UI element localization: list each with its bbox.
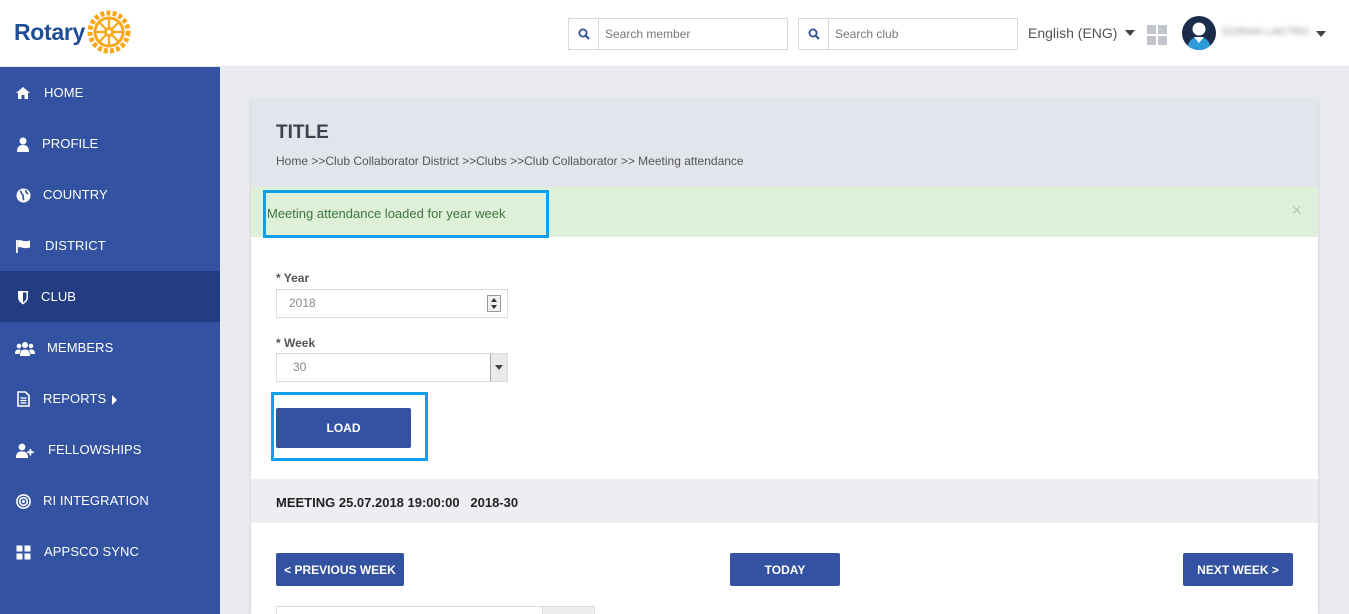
chevron-down-icon[interactable]: [490, 354, 507, 381]
rotary-wheel-icon: [87, 10, 131, 54]
search-icon[interactable]: [569, 19, 599, 49]
users-icon: [15, 339, 35, 357]
chevron-down-icon[interactable]: [1316, 31, 1326, 37]
year-input[interactable]: 2018: [276, 289, 508, 318]
today-button[interactable]: TODAY: [730, 553, 840, 586]
sidebar-item-profile[interactable]: PROFILE: [0, 118, 220, 169]
user-name[interactable]: GORAN LAKTRO: [1222, 26, 1309, 38]
sidebar-item-label: DISTRICT: [45, 238, 106, 253]
week-value: 30: [293, 360, 307, 374]
sidebar-item-appsco-sync[interactable]: APPSCO SYNC: [0, 526, 220, 577]
breadcrumb[interactable]: Home >>Club Collaborator District >>Club…: [276, 154, 744, 168]
sidebar-item-club[interactable]: CLUB: [0, 271, 220, 322]
language-label: English (ENG): [1028, 25, 1118, 41]
sidebar-item-label: CLUB: [41, 289, 77, 304]
search-club-input[interactable]: [829, 20, 1009, 48]
search-icon[interactable]: [799, 19, 829, 49]
sidebar-item-fellowships[interactable]: FELLOWSHIPS: [0, 424, 220, 475]
flag-icon: [14, 237, 32, 255]
main-panel: TITLE Home >>Club Collaborator District …: [251, 99, 1318, 614]
highlight-box-load: [271, 392, 428, 461]
sidebar-item-ri-integration[interactable]: RI INTEGRATION: [0, 475, 220, 526]
globe-icon: [14, 186, 32, 204]
sidebar-item-label: MEMBERS: [47, 340, 114, 355]
highlight-box-alert: [263, 190, 549, 238]
input-addon[interactable]: [542, 607, 594, 614]
week-label: * Week: [276, 336, 316, 350]
number-spinner[interactable]: [487, 295, 501, 312]
document-icon: [14, 390, 32, 408]
sidebar-item-members[interactable]: MEMBERS: [0, 322, 220, 373]
grid-icon: [14, 543, 32, 561]
bottom-input-field[interactable]: [276, 606, 595, 614]
user-icon: [14, 135, 32, 153]
search-club-box: [798, 18, 1018, 50]
close-icon[interactable]: ×: [1291, 200, 1302, 221]
sidebar-item-label-wrap: REPORTS: [43, 391, 118, 406]
week-select[interactable]: 30: [276, 353, 508, 382]
panel-header: TITLE Home >>Club Collaborator District …: [251, 99, 1318, 187]
meeting-info-bar: MEETING 25.07.2018 19:00:00 2018-30: [251, 479, 1318, 523]
rotary-logo[interactable]: Rotary: [14, 10, 131, 54]
language-selector[interactable]: English (ENG): [1028, 25, 1136, 41]
sidebar-item-reports[interactable]: REPORTS: [0, 373, 220, 424]
user-avatar-icon: [1187, 22, 1211, 50]
sidebar-item-label: APPSCO SYNC: [44, 544, 140, 559]
sidebar-item-label: HOME: [44, 85, 84, 100]
logo-text: Rotary: [14, 18, 86, 45]
sidebar-item-home[interactable]: HOME: [0, 67, 220, 118]
sidebar-item-label: REPORTS: [43, 391, 107, 406]
next-week-button[interactable]: NEXT WEEK >: [1183, 553, 1293, 586]
home-icon: [14, 84, 32, 102]
sidebar-item-label: PROFILE: [42, 136, 99, 151]
top-header: Rotary English (ENG): [0, 0, 1349, 67]
target-icon: [14, 492, 32, 510]
sidebar-item-country[interactable]: COUNTRY: [0, 169, 220, 220]
apps-grid-icon[interactable]: [1147, 25, 1167, 45]
sidebar-item-label: RI INTEGRATION: [43, 493, 149, 508]
chevron-right-icon: [112, 394, 118, 405]
sidebar-nav: HOME PROFILE COUNTRY DISTRICT CLUB MEMBE…: [0, 67, 220, 614]
search-member-input[interactable]: [599, 20, 779, 48]
shield-icon: [14, 288, 32, 306]
sidebar-item-district[interactable]: DISTRICT: [0, 220, 220, 271]
page-title: TITLE: [276, 122, 329, 143]
sidebar-item-label: FELLOWSHIPS: [48, 442, 142, 457]
meeting-info: MEETING 25.07.2018 19:00:00 2018-30: [276, 495, 519, 510]
search-member-box: [568, 18, 788, 50]
previous-week-button[interactable]: < PREVIOUS WEEK: [276, 553, 404, 586]
sidebar-item-label: COUNTRY: [43, 187, 108, 202]
user-plus-icon: [15, 441, 35, 459]
avatar[interactable]: [1182, 16, 1216, 50]
chevron-down-icon: [1125, 30, 1136, 36]
year-label: * Year: [276, 271, 310, 285]
year-value: 2018: [289, 296, 316, 310]
